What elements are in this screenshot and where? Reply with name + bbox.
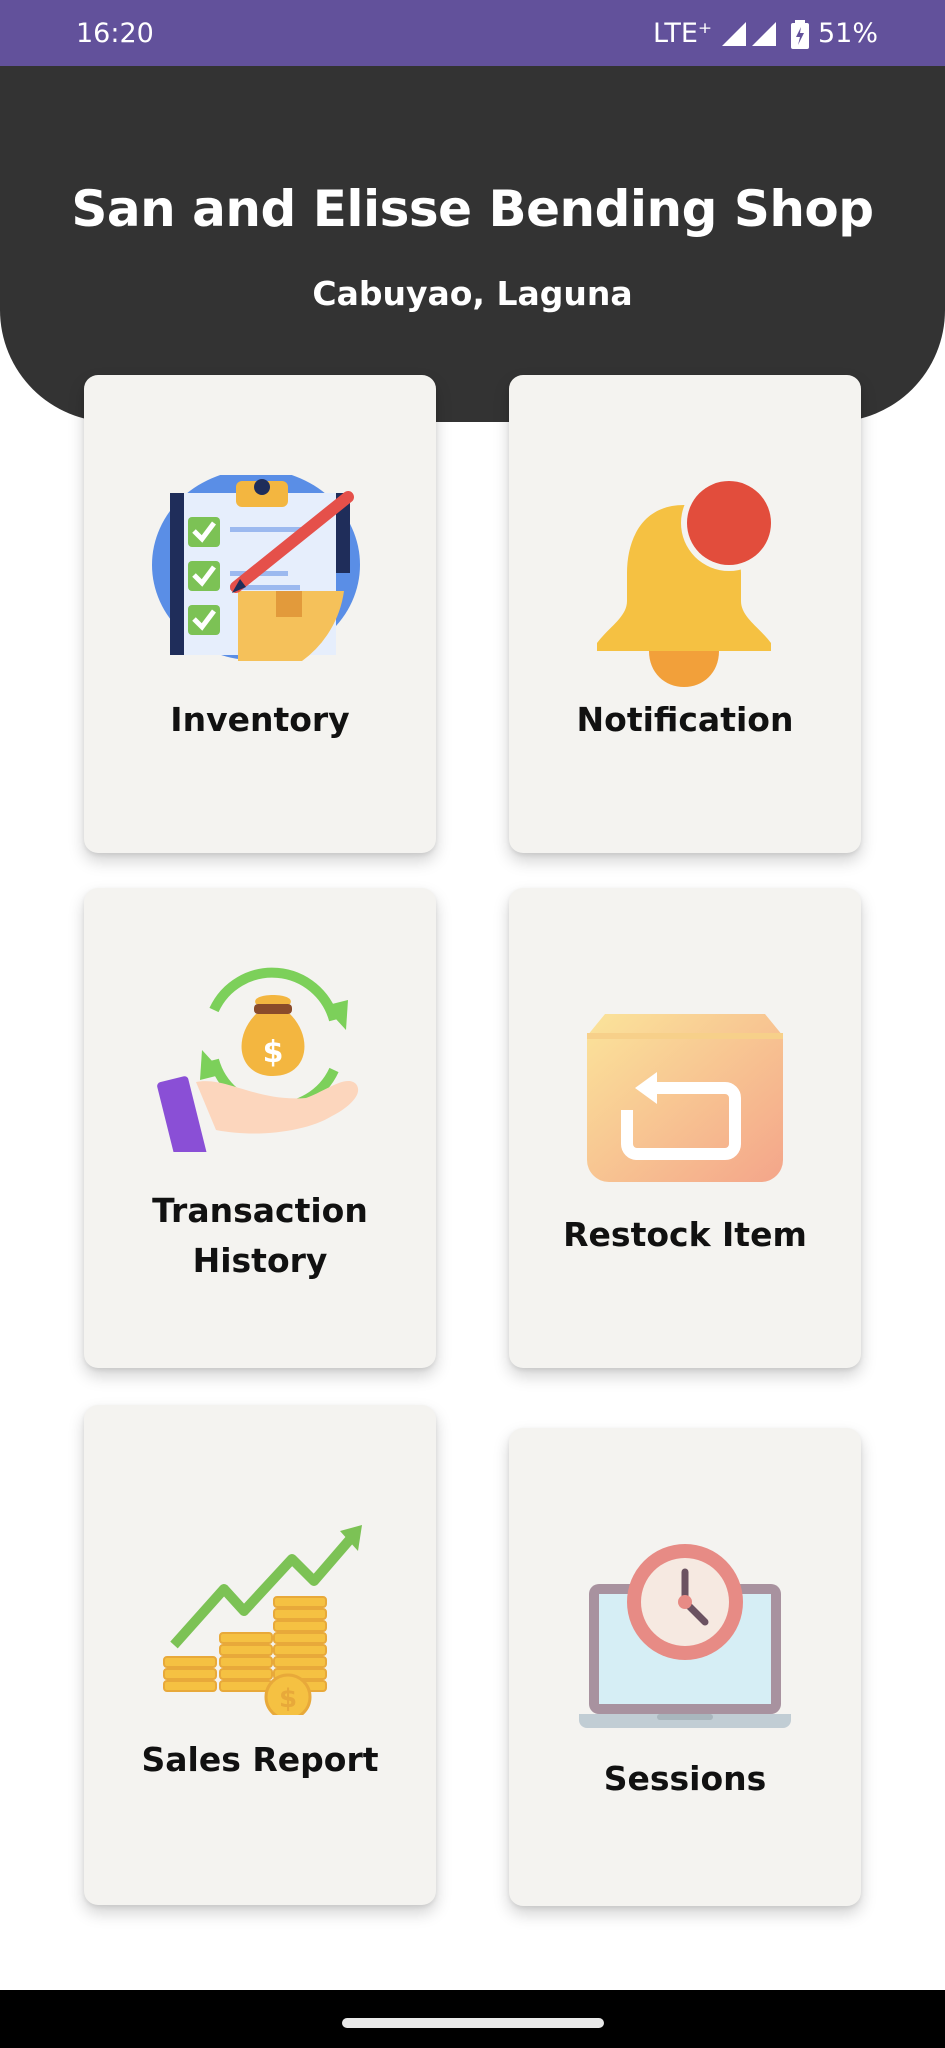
battery-percent: 51% — [818, 18, 879, 49]
card-label: Transaction History — [152, 1191, 368, 1280]
shop-location: Cabuyao, Laguna — [312, 274, 633, 313]
card-label: Notification — [576, 700, 794, 739]
menu-card-sales-report[interactable]: $ Sales Report — [84, 1405, 436, 1905]
signal-icon — [722, 22, 746, 46]
card-label: Sales Report — [141, 1740, 379, 1779]
network-type: LTE⁺ — [653, 18, 713, 49]
svg-text:$: $ — [279, 1684, 297, 1714]
clipboard-checklist-icon — [152, 475, 360, 661]
card-label: Restock Item — [563, 1215, 807, 1254]
laptop-clock-icon — [579, 1544, 791, 1728]
menu-card-sessions[interactable]: Sessions — [509, 1428, 861, 1906]
status-time: 16:20 — [76, 18, 154, 49]
menu-card-restock-item[interactable]: Restock Item — [509, 888, 861, 1368]
battery-charging-icon — [791, 20, 809, 49]
status-bar: 16:20 LTE⁺ 51% — [0, 0, 945, 66]
signal-icon — [752, 22, 776, 46]
menu-card-transaction-history[interactable]: $ Transaction History — [84, 888, 436, 1368]
shop-title: San and Elisse Bending Shop — [71, 180, 874, 238]
home-gesture-handle[interactable] — [342, 2018, 604, 2028]
menu-card-notification[interactable]: Notification — [509, 375, 861, 853]
money-bag-hand-icon: $ — [157, 967, 359, 1152]
box-return-icon — [587, 1014, 783, 1182]
card-label: Sessions — [603, 1759, 767, 1798]
svg-text:$: $ — [263, 1035, 284, 1070]
menu-card-inventory[interactable]: Inventory — [84, 375, 436, 853]
bell-icon — [597, 477, 777, 687]
coins-growth-chart-icon: $ — [163, 1525, 362, 1715]
card-label: Inventory — [170, 700, 350, 739]
app-header: San and Elisse Bending Shop Cabuyao, Lag… — [0, 66, 945, 422]
